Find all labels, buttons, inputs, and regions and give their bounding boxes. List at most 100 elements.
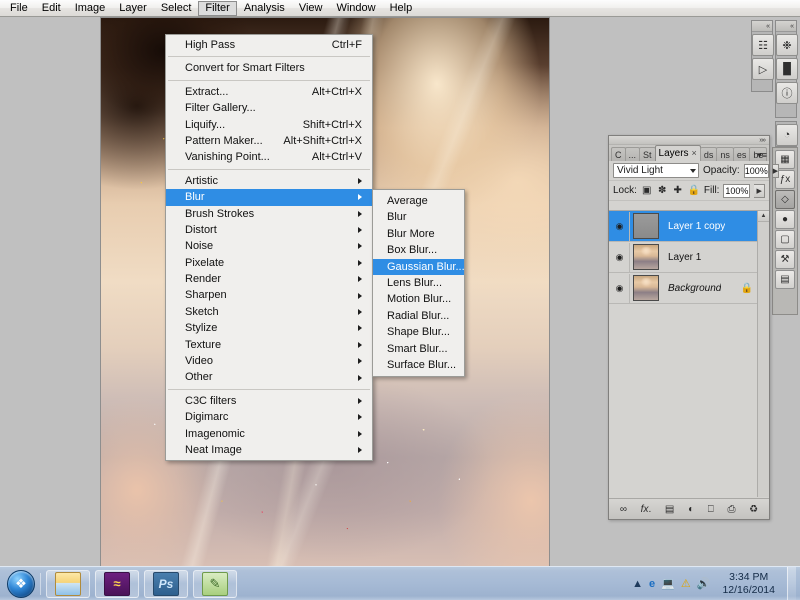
network-tray-icon[interactable]: 💻	[661, 577, 675, 590]
taskbar-clock[interactable]: 3:34 PM 12/16/2014	[716, 571, 781, 597]
new-layer-icon[interactable]: ⎙	[727, 504, 735, 515]
filter-menu-item-c3c-filters[interactable]: C3C filters	[166, 393, 372, 409]
opacity-stepper[interactable]: ▶	[772, 163, 780, 178]
layer-row[interactable]: ◉ Background 🔒	[609, 273, 769, 304]
filter-menu-item-high-pass[interactable]: High Pass Ctrl+F	[166, 37, 372, 53]
histogram-panel-icon[interactable]: █	[776, 58, 798, 80]
dock-collapse-handle-right[interactable]: «	[776, 21, 796, 32]
panel-tab-es[interactable]: es	[732, 147, 751, 161]
blur-item-lens-blur[interactable]: Lens Blur...	[373, 275, 464, 291]
filter-menu-item-artistic[interactable]: Artistic	[166, 173, 372, 189]
show-hidden-icons-button[interactable]: ▲	[632, 578, 643, 590]
new-group-icon[interactable]: ⎕	[708, 504, 714, 515]
filter-menu-item-render[interactable]: Render	[166, 271, 372, 287]
layer-name[interactable]: Layer 1 copy	[668, 221, 725, 232]
filter-menu-item-blur[interactable]: Blur	[166, 189, 372, 206]
layer-list-scrollbar[interactable]: ▲	[757, 211, 769, 497]
menu-filter[interactable]: Filter	[198, 0, 237, 16]
filter-menu-item-noise[interactable]: Noise	[166, 238, 372, 254]
layer-visibility-eye-icon[interactable]: ◉	[610, 211, 630, 241]
link-layers-icon[interactable]: ∞	[620, 504, 627, 515]
navigator-icon[interactable]: ☷	[752, 34, 774, 56]
color-wheel-icon[interactable]: ❉	[776, 34, 798, 56]
layer-row[interactable]: ◉ Layer 1 copy	[609, 211, 769, 242]
lock-position-icon[interactable]: ✚	[672, 184, 684, 197]
layer-thumbnail[interactable]	[633, 213, 659, 239]
layer-style-fx-icon[interactable]: fx.	[641, 504, 652, 515]
internet-explorer-tray-icon[interactable]: e	[649, 578, 655, 590]
histogram-icon[interactable]: ▷	[752, 58, 774, 80]
blur-item-surface-blur[interactable]: Surface Blur...	[373, 357, 464, 373]
layer-list[interactable]: ◉ Layer 1 copy ◉ Layer 1 ◉ Background 🔒 ▲	[609, 210, 769, 497]
panel-grip-bar[interactable]: »»	[609, 136, 769, 145]
panel-tab-ds[interactable]: ds	[699, 147, 718, 161]
action-center-tray-icon[interactable]: ⚠	[681, 577, 691, 590]
blur-item-average[interactable]: Average	[373, 193, 464, 209]
menu-edit[interactable]: Edit	[35, 1, 68, 16]
blur-item-blur[interactable]: Blur	[373, 209, 464, 225]
menu-image[interactable]: Image	[68, 1, 113, 16]
blur-item-shape-blur[interactable]: Shape Blur...	[373, 324, 464, 340]
dock-column-extra[interactable]: ◔	[775, 121, 798, 147]
layers-stack-icon[interactable]: ◇	[775, 190, 795, 209]
lock-image-icon[interactable]: ✽	[656, 184, 668, 197]
show-desktop-button[interactable]	[787, 566, 796, 600]
paths-icon[interactable]: ▢	[775, 230, 795, 249]
panel-tab-layers[interactable]: Layers ×	[654, 145, 701, 161]
fill-stepper[interactable]: ▶	[754, 183, 765, 198]
panel-options-menu-icon[interactable]: ▾≡	[757, 151, 767, 160]
green-app-button[interactable]: ✎	[193, 569, 237, 598]
menu-window[interactable]: Window	[329, 1, 382, 16]
filter-menu-item-stylize[interactable]: Stylize	[166, 320, 372, 336]
purple-app-button[interactable]: ≈	[95, 569, 139, 598]
panel-tab-c[interactable]: C	[611, 147, 626, 161]
brushes-icon[interactable]: ⚒	[775, 250, 795, 269]
blur-item-gaussian-blur[interactable]: Gaussian Blur...	[373, 258, 465, 275]
panel-tab-ns[interactable]: ns	[716, 147, 734, 161]
filter-menu-item-extract[interactable]: Extract... Alt+Ctrl+X	[166, 84, 372, 100]
dock-column-left[interactable]: « ☷ ▷	[751, 20, 774, 92]
filter-menu-item-other[interactable]: Other	[166, 369, 372, 385]
blur-item-radial-blur[interactable]: Radial Blur...	[373, 308, 464, 324]
delete-layer-icon[interactable]: ♻	[749, 504, 758, 515]
filter-menu-item-pixelate[interactable]: Pixelate	[166, 255, 372, 271]
photoshop-button[interactable]: Ps	[144, 569, 188, 598]
filter-menu-item-convert-for-smart-filters[interactable]: Convert for Smart Filters	[166, 60, 372, 76]
filter-menu-item-neat-image[interactable]: Neat Image	[166, 442, 372, 458]
blur-item-box-blur[interactable]: Box Blur...	[373, 242, 464, 258]
layer-name[interactable]: Layer 1	[668, 252, 701, 263]
start-button[interactable]: ❖	[2, 569, 40, 599]
blur-item-smart-blur[interactable]: Smart Blur...	[373, 341, 464, 357]
brush-preset-icon[interactable]: ◔	[776, 124, 798, 146]
filter-menu-item-distort[interactable]: Distort	[166, 222, 372, 238]
menu-analysis[interactable]: Analysis	[237, 1, 292, 16]
panel-collapse-chevron-icon[interactable]: »»	[759, 137, 766, 144]
windows-explorer-button[interactable]	[46, 569, 90, 598]
fill-value[interactable]: 100%	[723, 183, 751, 198]
layer-visibility-eye-icon[interactable]: ◉	[610, 273, 630, 303]
add-layer-mask-icon[interactable]: ▤	[665, 504, 674, 515]
panel-tab-strip[interactable]: C... St Layers × ds ns es be ▾≡	[609, 145, 769, 161]
opacity-value[interactable]: 100%	[743, 163, 769, 178]
dock-collapse-handle-left[interactable]: «	[752, 21, 772, 32]
filter-menu-item-brush-strokes[interactable]: Brush Strokes	[166, 206, 372, 222]
filter-menu-item-liquify[interactable]: Liquify... Shift+Ctrl+X	[166, 117, 372, 133]
menu-help[interactable]: Help	[383, 1, 420, 16]
filter-menu-item-pattern-maker[interactable]: Pattern Maker... Alt+Shift+Ctrl+X	[166, 133, 372, 149]
lock-transparent-icon[interactable]: ▣	[641, 184, 653, 197]
filter-menu-item-filter-gallery[interactable]: Filter Gallery...	[166, 100, 372, 116]
menu-view[interactable]: View	[292, 1, 330, 16]
scroll-up-arrow-icon[interactable]: ▲	[758, 211, 769, 222]
filter-menu-item-digimarc[interactable]: Digimarc	[166, 409, 372, 425]
blur-submenu[interactable]: Average Blur Blur More Box Blur... Gaussian …	[372, 189, 465, 378]
layer-visibility-eye-icon[interactable]: ◉	[610, 242, 630, 272]
close-icon[interactable]: ×	[692, 148, 697, 158]
blend-mode-select[interactable]: Vivid Light	[613, 163, 699, 178]
blur-item-blur-more[interactable]: Blur More	[373, 226, 464, 242]
actions-icon[interactable]: ▤	[775, 270, 795, 289]
menu-select[interactable]: Select	[154, 1, 199, 16]
filter-menu-item-imagenomic[interactable]: Imagenomic	[166, 426, 372, 442]
panel-tab-st[interactable]: St	[639, 147, 656, 161]
layer-row[interactable]: ◉ Layer 1	[609, 242, 769, 273]
volume-tray-icon[interactable]: 🔊	[697, 577, 711, 590]
